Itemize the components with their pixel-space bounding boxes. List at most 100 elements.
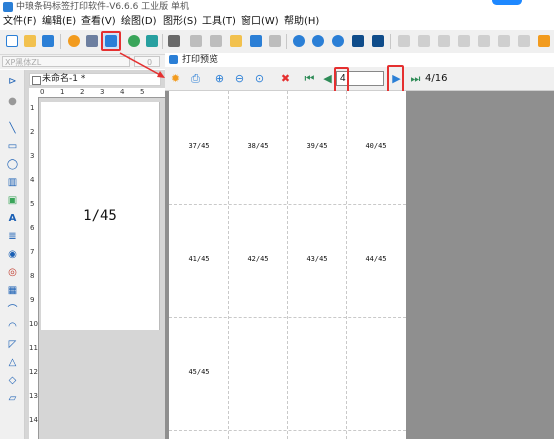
new-button[interactable]	[4, 33, 20, 49]
undo-button[interactable]	[248, 33, 264, 49]
preview-close-button[interactable]: ✖	[279, 72, 292, 85]
ruler-mark: 4	[120, 88, 125, 96]
rfid-tool[interactable]: ◉	[6, 248, 19, 261]
zoom-out-icon: ⊖	[234, 72, 245, 85]
open-button[interactable]	[22, 33, 38, 49]
next-page-highlight	[387, 65, 404, 94]
prev-page-button[interactable]: ◀	[321, 72, 334, 85]
left-tool-palette: ⊳ ● ╲ ▭ ◯ ▥ ▣ A ≣ ◉ ◎ ▦ ⌒ ◠ ◸ △ ◇ ▱	[0, 70, 25, 439]
zoom-in-button[interactable]	[291, 33, 307, 49]
document-tab[interactable]: 未命名-1 *	[29, 73, 161, 86]
align-top-button[interactable]	[436, 33, 452, 49]
menu-file[interactable]: 文件(F)	[3, 14, 37, 29]
settings-button[interactable]	[66, 33, 82, 49]
diamond-tool[interactable]: ◇	[6, 374, 19, 387]
prev-page-icon: ◀	[323, 72, 332, 85]
zoom-in-icon: ⊕	[214, 72, 225, 85]
circle-tool[interactable]: ◎	[6, 266, 19, 279]
align-right-button[interactable]	[416, 33, 432, 49]
menu-shape[interactable]: 图形(S)	[163, 14, 197, 29]
curve-tool[interactable]: ⌒	[6, 302, 19, 316]
save-button[interactable]	[40, 33, 56, 49]
arc-tool[interactable]: ◠	[6, 320, 19, 333]
last-page-button[interactable]: ⏭	[409, 72, 422, 85]
rectangle-tool[interactable]: ▭	[6, 140, 19, 153]
app-icon	[3, 2, 13, 12]
data-source-button[interactable]	[144, 33, 160, 49]
ruler-mark: 0	[40, 88, 45, 96]
zoom-out-icon	[312, 35, 324, 47]
zoom-page-button[interactable]	[370, 33, 386, 49]
preview-zoom-out-button[interactable]: ⊖	[233, 72, 246, 85]
font-select[interactable]: XP黑体ZL	[2, 56, 130, 67]
align-left-button[interactable]	[396, 33, 412, 49]
label-canvas[interactable]: 1/45	[41, 102, 160, 330]
menu-tools[interactable]: 工具(T)	[202, 14, 236, 29]
distribute-button[interactable]	[496, 33, 512, 49]
ellipse-tool[interactable]: ◯	[6, 158, 19, 171]
menu-edit[interactable]: 编辑(E)	[42, 14, 76, 29]
save-icon	[42, 35, 54, 47]
align-center-icon	[478, 35, 490, 47]
barcode-tool[interactable]: ▥	[6, 176, 19, 189]
menu-view[interactable]: 查看(V)	[81, 14, 116, 29]
data-source-icon	[146, 35, 158, 47]
curve-icon: ⌒	[7, 305, 18, 316]
grid-button[interactable]	[166, 33, 182, 49]
zoom-actual-button[interactable]	[350, 33, 366, 49]
align-center-button[interactable]	[476, 33, 492, 49]
preview-zoom-fit-button[interactable]: ⊙	[253, 72, 266, 85]
align-bottom-button[interactable]	[456, 33, 472, 49]
pan-tool[interactable]: ●	[6, 95, 19, 108]
copy-button[interactable]	[208, 33, 224, 49]
triangle-tool[interactable]: △	[6, 356, 19, 369]
window-title: 中琅条码标签打印软件-V6.6.6 工业版 单机	[16, 2, 190, 12]
pan-icon: ●	[8, 96, 17, 107]
menu-draw[interactable]: 绘图(D)	[121, 14, 157, 29]
image-tool[interactable]: ▣	[6, 194, 19, 207]
table-tool[interactable]: ▦	[6, 284, 19, 297]
preview-cell: 39/45	[306, 142, 328, 150]
select-tool[interactable]: ⊳	[6, 75, 19, 88]
open-icon	[24, 35, 36, 47]
polygon-tool[interactable]: ◸	[6, 338, 19, 351]
barcode-icon: ▥	[7, 177, 18, 188]
paste-button[interactable]	[228, 33, 244, 49]
zoom-out-button[interactable]	[310, 33, 326, 49]
preview-print-button[interactable]: ⎙	[189, 72, 202, 85]
preview-title: 打印预览	[182, 55, 219, 65]
print-preview-highlight	[101, 31, 121, 51]
preview-settings-button[interactable]: ✹	[169, 72, 182, 85]
cut-button[interactable]	[188, 33, 204, 49]
new-icon	[6, 35, 18, 47]
multiline-text-tool[interactable]: ≣	[6, 230, 19, 243]
parallelogram-tool[interactable]: ▱	[6, 392, 19, 405]
ruler-mark: 7	[30, 248, 35, 256]
ruler-mark: 8	[30, 272, 35, 280]
redo-icon	[269, 35, 281, 47]
menu-help[interactable]: 帮助(H)	[284, 14, 319, 29]
text-tool[interactable]: A	[6, 212, 19, 225]
database-button[interactable]	[126, 33, 142, 49]
redo-button[interactable]	[267, 33, 283, 49]
ruler-top: 0 1 2 3 4 5	[38, 88, 165, 98]
menu-window[interactable]: 窗口(W)	[241, 14, 279, 29]
preview-zoom-in-button[interactable]: ⊕	[213, 72, 226, 85]
preview-window-icon	[169, 55, 178, 64]
label-text[interactable]: 1/45	[83, 208, 117, 224]
group-button[interactable]	[516, 33, 532, 49]
align-top-icon	[438, 35, 450, 47]
extra-button[interactable]	[536, 33, 552, 49]
ruler-corner	[29, 88, 38, 97]
extra-icon	[538, 35, 550, 47]
zoom-fit-button[interactable]	[330, 33, 346, 49]
line-tool[interactable]: ╲	[6, 122, 19, 135]
ellipse-icon: ◯	[6, 159, 19, 170]
font-size-select[interactable]: 0	[134, 56, 160, 67]
circle-icon: ◎	[8, 267, 17, 278]
ruler-mark: 11	[29, 344, 38, 352]
format-row: XP黑体ZL 0	[0, 55, 165, 69]
first-page-button[interactable]: ⏮	[303, 72, 316, 85]
ruler-mark: 1	[60, 88, 65, 96]
print-button[interactable]	[84, 33, 100, 49]
